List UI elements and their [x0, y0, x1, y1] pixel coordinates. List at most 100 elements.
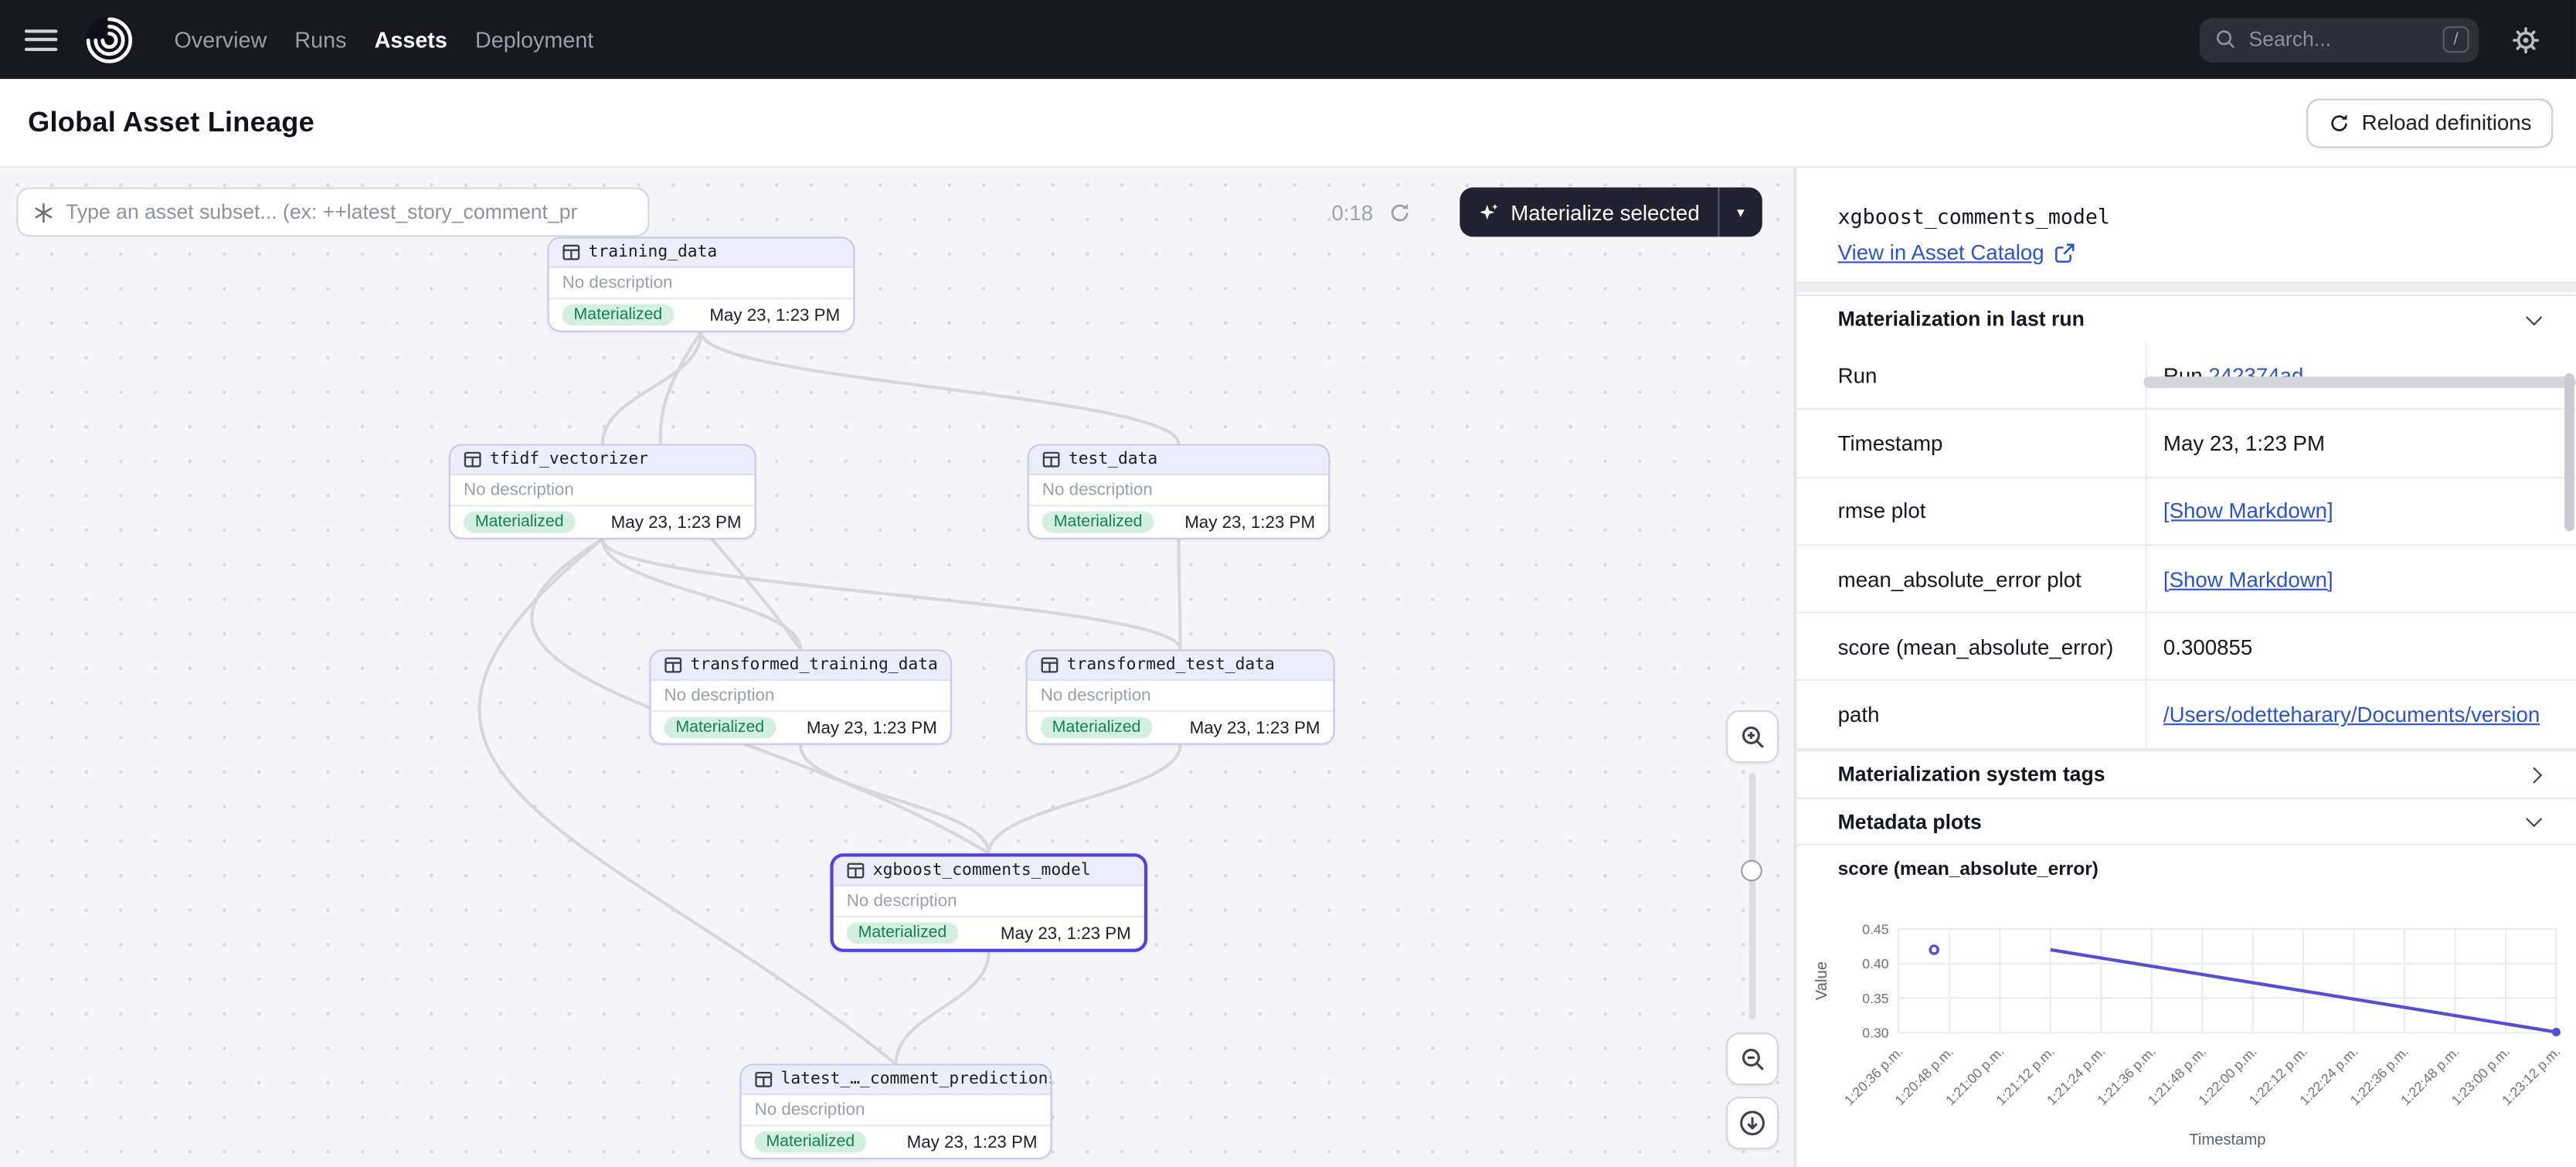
search-input[interactable]	[2249, 28, 2432, 51]
refresh-icon[interactable]	[1388, 200, 1412, 225]
recenter-button[interactable]	[1726, 1097, 1779, 1149]
asset-table-icon	[1041, 656, 1059, 674]
asset-graph-canvas[interactable]: training_dataNo descriptionMaterializedM…	[0, 168, 1795, 1167]
section-label: Metadata plots	[1838, 810, 1982, 833]
refresh-countdown: 0:18	[1331, 188, 1412, 237]
asset-node-test_data[interactable]: test_dataNo descriptionMaterializedMay 2…	[1028, 444, 1330, 539]
asset-subset-input[interactable]	[66, 201, 633, 224]
dagster-logo-icon[interactable]	[82, 12, 136, 66]
horizontal-scrollbar-track[interactable]	[1796, 281, 2575, 293]
asset-node-title: latest_…_comment_predictions	[742, 1066, 1051, 1095]
metadata-label: path	[1796, 682, 2146, 748]
metadata-link[interactable]: [Show Markdown]	[2163, 566, 2333, 591]
asset-node-footer: MaterializedMay 23, 1:23 PM	[651, 710, 950, 743]
zoom-in-button[interactable]	[1726, 710, 1779, 763]
materialized-badge: Materialized	[847, 923, 959, 944]
asset-table-icon	[847, 862, 865, 880]
asset-table-icon	[1042, 451, 1060, 468]
asset-node-footer: MaterializedMay 23, 1:23 PM	[742, 1124, 1051, 1158]
asset-table-icon	[664, 656, 682, 674]
asset-node-footer: MaterializedMay 23, 1:23 PM	[1029, 505, 1328, 538]
asset-subset-filter[interactable]	[16, 188, 649, 237]
menu-icon[interactable]	[25, 29, 58, 50]
metadata-row: TimestampMay 23, 1:23 PM	[1796, 410, 2575, 478]
asset-node-transformed_training_data[interactable]: transformed_training_dataNo descriptionM…	[649, 649, 951, 744]
asset-node-title: tfidf_vectorizer	[450, 446, 755, 475]
metadata-table: RunRun 242374adTimestampMay 23, 1:23 PMr…	[1796, 342, 2575, 750]
materialized-badge: Materialized	[1042, 512, 1154, 533]
section-label: Materialization system tags	[1838, 763, 2105, 786]
chevron-down-icon	[2526, 811, 2542, 827]
page-title: Global Asset Lineage	[28, 106, 314, 139]
nav-item-deployment[interactable]: Deployment	[475, 27, 593, 52]
asset-node-xgboost_comments_model[interactable]: xgboost_comments_modelNo descriptionMate…	[830, 853, 1147, 952]
score-line-chart: 1:20:36 p.m.1:20:48 p.m.1:21:00 p.m.1:21…	[1803, 885, 2576, 1156]
asset-node-latest_comment_predictions[interactable]: latest_…_comment_predictionsNo descripti…	[739, 1064, 1052, 1159]
lineage-edge	[1178, 539, 1180, 650]
section-metadata-plots[interactable]: Metadata plots	[1796, 798, 2575, 845]
refresh-countdown-value: 0:18	[1331, 200, 1373, 225]
metadata-row: score (mean_absolute_error)0.300855	[1796, 614, 2575, 682]
materialize-selected-label: Materialize selected	[1511, 200, 1699, 225]
zoom-slider-knob[interactable]	[1741, 860, 1762, 882]
materialized-timestamp: May 23, 1:23 PM	[807, 718, 937, 738]
materialized-timestamp: May 23, 1:23 PM	[709, 305, 840, 325]
nav-item-runs[interactable]: Runs	[294, 27, 346, 52]
chevron-right-icon	[2526, 767, 2542, 783]
asset-table-icon	[755, 1070, 773, 1088]
asset-node-description: No description	[834, 886, 1144, 916]
nav-item-overview[interactable]: Overview	[175, 27, 267, 52]
svg-text:0.40: 0.40	[1862, 956, 1889, 971]
chevron-down-icon	[2526, 308, 2542, 325]
nav-item-assets[interactable]: Assets	[375, 27, 447, 52]
materialize-selected-button[interactable]: Materialize selected ▾	[1460, 188, 1762, 237]
svg-text:Value: Value	[1813, 961, 1830, 1000]
page-header: Global Asset Lineage Reload definitions	[0, 79, 2576, 168]
metadata-value: /Users/odetteharary/Documents/version	[2147, 703, 2576, 727]
view-in-asset-catalog-label: View in Asset Catalog	[1838, 240, 2044, 265]
section-materialization-system-tags[interactable]: Materialization system tags	[1796, 750, 2575, 798]
metadata-value: May 23, 1:23 PM	[2147, 430, 2576, 455]
asset-table-icon	[464, 451, 481, 468]
asset-node-tfidf_vectorizer[interactable]: tfidf_vectorizerNo descriptionMaterializ…	[449, 444, 756, 539]
materialized-badge: Materialized	[562, 305, 675, 326]
metadata-link[interactable]: /Users/odetteharary/Documents/version	[2163, 703, 2540, 727]
metadata-link[interactable]: [Show Markdown]	[2163, 498, 2333, 523]
sparkle-icon	[1478, 202, 1500, 223]
asset-node-description: No description	[651, 681, 950, 710]
metadata-value: [Show Markdown]	[2147, 566, 2576, 591]
settings-gear-icon[interactable]	[2512, 26, 2540, 53]
selected-asset-name: xgboost_comments_model	[1838, 204, 2110, 229]
svg-text:0.30: 0.30	[1862, 1026, 1889, 1041]
asset-node-training_data[interactable]: training_dataNo descriptionMaterializedM…	[547, 236, 855, 332]
asset-node-footer: Materialized May 23, 1:23 PM	[834, 916, 1144, 949]
metadata-row: rmse plot [Show Markdown]	[1796, 478, 2575, 546]
materialized-timestamp: May 23, 1:23 PM	[1001, 924, 1131, 944]
lineage-edge	[701, 332, 1178, 444]
lineage-edge	[800, 745, 989, 853]
asset-node-transformed_test_data[interactable]: transformed_test_dataNo descriptionMater…	[1026, 649, 1335, 744]
navbar-search[interactable]: /	[2200, 17, 2479, 61]
materialized-timestamp: May 23, 1:23 PM	[611, 512, 742, 532]
zoom-slider[interactable]	[1749, 773, 1756, 1019]
view-in-asset-catalog-link[interactable]: View in Asset Catalog	[1838, 240, 2074, 265]
vertical-scrollbar-thumb[interactable]	[2564, 373, 2574, 531]
lineage-edge	[989, 745, 1181, 853]
lineage-edge	[603, 332, 702, 444]
asset-node-description: No description	[1029, 475, 1328, 505]
metadata-label: mean_absolute_error plot	[1796, 546, 2146, 612]
materialize-dropdown-button[interactable]: ▾	[1719, 188, 1762, 237]
materialized-timestamp: May 23, 1:23 PM	[1190, 718, 1320, 738]
asset-node-footer: MaterializedMay 23, 1:23 PM	[450, 505, 755, 538]
zoom-out-button[interactable]	[1726, 1033, 1779, 1085]
reload-icon	[2327, 111, 2350, 134]
svg-text:Timestamp: Timestamp	[2189, 1131, 2265, 1148]
top-navbar: Overview Runs Assets Deployment /	[0, 0, 2576, 79]
asset-node-description: No description	[549, 268, 854, 298]
section-materialization-last-run[interactable]: Materialization in last run	[1796, 294, 2575, 342]
metadata-label: rmse plot	[1796, 478, 2146, 544]
horizontal-scrollbar-thumb[interactable]	[2143, 376, 2576, 388]
asset-node-title: transformed_training_data	[651, 652, 950, 681]
reload-definitions-button[interactable]: Reload definitions	[2306, 98, 2553, 148]
lineage-edge	[603, 539, 1181, 650]
